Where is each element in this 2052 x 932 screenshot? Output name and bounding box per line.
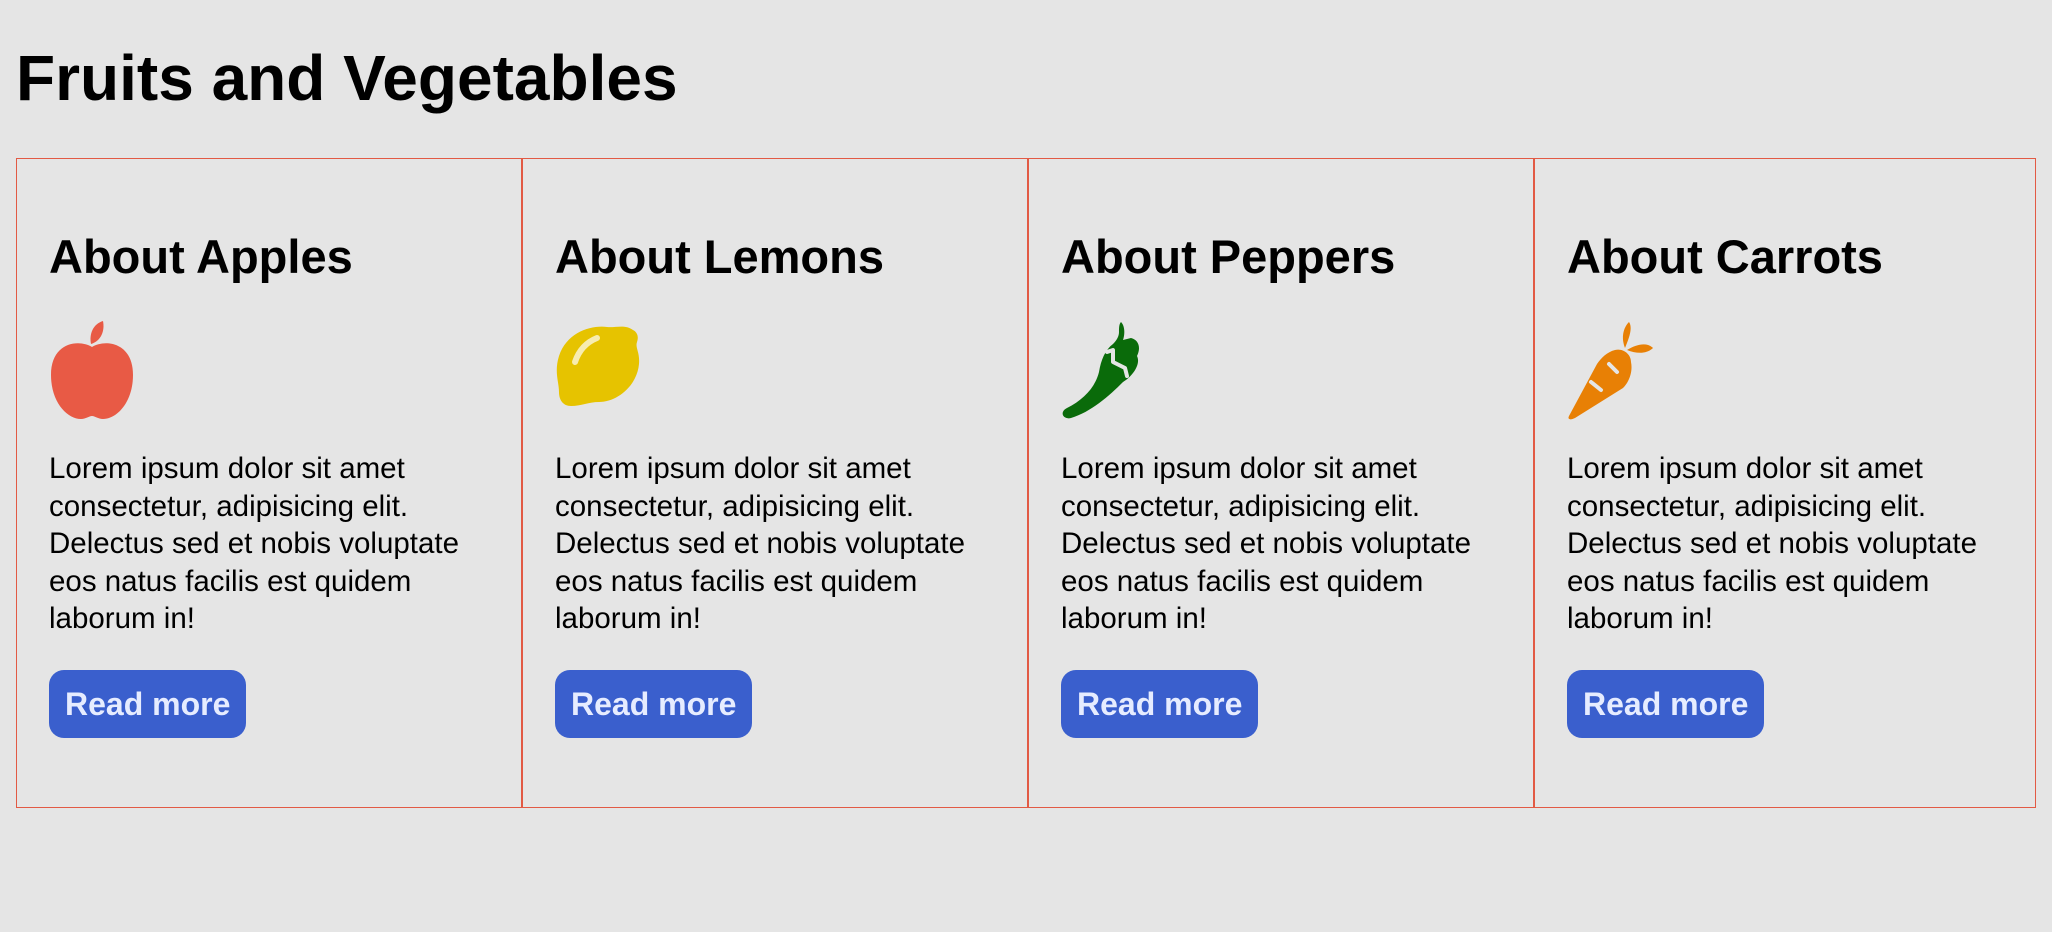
card-text: Lorem ipsum dolor sit amet consectetur, …: [1567, 452, 1977, 635]
card-title: About Peppers: [1061, 230, 1396, 283]
cards-container: About Apples Lorem ipsum dolor sit amet …: [16, 158, 2036, 808]
card-title: About Lemons: [555, 230, 884, 283]
pepper-icon: [1061, 320, 1147, 420]
card-apples: About Apples Lorem ipsum dolor sit amet …: [17, 159, 523, 807]
card-title: About Apples: [49, 230, 353, 283]
read-more-button[interactable]: Read more: [1567, 669, 1765, 738]
card-title: About Carrots: [1567, 230, 1883, 283]
card-text: Lorem ipsum dolor sit amet consectetur, …: [1061, 452, 1471, 635]
card-peppers: About Peppers Lorem ipsum dolor sit amet…: [1029, 159, 1535, 807]
page-title: Fruits and Vegetables: [16, 42, 678, 114]
card-text: Lorem ipsum dolor sit amet consectetur, …: [49, 452, 459, 635]
read-more-button[interactable]: Read more: [1061, 669, 1259, 738]
carrot-icon: [1567, 320, 1653, 420]
apple-icon: [49, 320, 135, 420]
read-more-button[interactable]: Read more: [49, 669, 247, 738]
lemon-icon: [555, 320, 641, 420]
card-lemons: About Lemons Lorem ipsum dolor sit amet …: [523, 159, 1029, 807]
card-text: Lorem ipsum dolor sit amet consectetur, …: [555, 452, 965, 635]
read-more-button[interactable]: Read more: [555, 669, 753, 738]
card-carrots: About Carrots Lorem ipsum dolor sit amet…: [1535, 159, 2039, 807]
